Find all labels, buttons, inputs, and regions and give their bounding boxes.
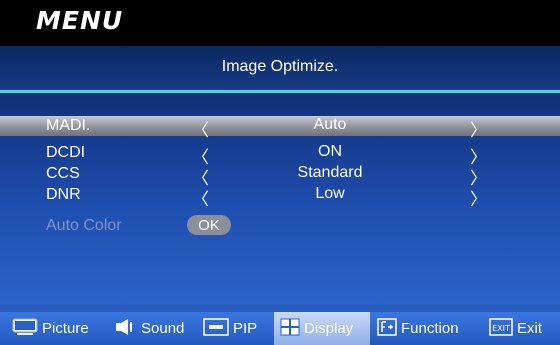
arrow-right-icon[interactable]: 〉: [470, 116, 487, 141]
tab-pip[interactable]: PIP: [203, 312, 257, 345]
setting-value: Low: [315, 185, 345, 202]
top-bar: MENU: [0, 0, 560, 46]
setting-label: DCDI: [46, 144, 86, 161]
setting-row-ccs[interactable]: CCS 〈 Standard 〉: [0, 164, 560, 188]
setting-row-dnr[interactable]: DNR 〈 Low 〉: [0, 185, 560, 209]
tab-label: PIP: [233, 320, 258, 337]
menu-title: MENU: [36, 6, 124, 35]
monitor-icon: [12, 318, 38, 340]
settings-panel: MADI. 〈 Auto 〉 DCDI 〈 ON 〉 CCS 〈 Standar…: [0, 93, 560, 305]
tab-display[interactable]: Display: [274, 312, 370, 345]
setting-value: Auto: [313, 116, 347, 133]
setting-label: Auto Color: [46, 217, 122, 234]
function-icon: [377, 317, 397, 340]
setting-label: MADI.: [46, 117, 91, 134]
arrow-left-icon[interactable]: 〈: [192, 116, 209, 141]
setting-row-madi[interactable]: MADI. 〈 Auto 〉: [0, 116, 560, 140]
pip-icon: [203, 317, 229, 340]
tab-label: Display: [304, 320, 354, 337]
setting-label: DNR: [46, 186, 81, 203]
svg-text:EXIT: EXIT: [492, 324, 510, 333]
tab-label: Sound: [141, 320, 185, 337]
setting-value: ON: [318, 143, 342, 160]
tab-label: Function: [401, 320, 459, 337]
ok-button[interactable]: OK: [187, 215, 231, 235]
arrow-right-icon[interactable]: 〉: [470, 185, 487, 210]
page-title: Image Optimize.: [221, 58, 339, 75]
tab-picture[interactable]: Picture: [12, 312, 89, 345]
tab-label: Exit: [517, 320, 543, 337]
page-header: Image Optimize.: [0, 46, 560, 90]
setting-row-auto-color: Auto Color OK: [0, 215, 560, 236]
tab-label: Picture: [42, 320, 89, 337]
arrow-left-icon[interactable]: 〈: [192, 185, 209, 210]
setting-value: Standard: [297, 164, 363, 181]
setting-label: CCS: [46, 165, 80, 182]
tab-bar: Picture Sound PIP Display Function EXIT …: [0, 312, 560, 345]
exit-icon: EXIT: [489, 317, 513, 340]
osd-menu: MENU Image Optimize. MADI. 〈 Auto 〉 DCDI…: [0, 0, 560, 345]
grid-icon: [280, 318, 300, 340]
speaker-icon: [115, 318, 137, 339]
tab-function[interactable]: Function: [377, 312, 459, 345]
tab-exit[interactable]: EXIT Exit: [489, 312, 542, 345]
tab-sound[interactable]: Sound: [115, 312, 184, 345]
setting-row-dcdi[interactable]: DCDI 〈 ON 〉: [0, 143, 560, 167]
